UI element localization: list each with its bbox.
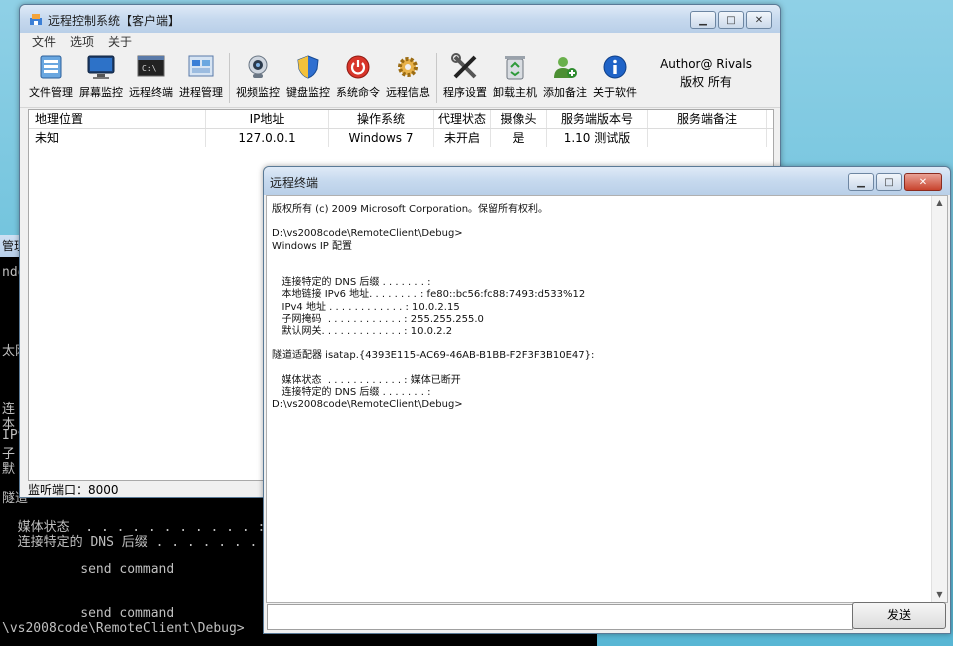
toolbar-program-settings-button[interactable]: 程序设置 bbox=[440, 51, 490, 100]
console-line: \vs2008code\RemoteClient\Debug> bbox=[2, 621, 245, 636]
terminal-title: 远程终端 bbox=[270, 176, 319, 190]
toolbar-separator bbox=[436, 53, 437, 103]
svg-text:C:\: C:\ bbox=[142, 64, 157, 73]
toolbar-label: 添加备注 bbox=[543, 86, 587, 99]
scroll-up-icon[interactable]: ▲ bbox=[932, 196, 947, 210]
toolbar-label: 远程信息 bbox=[386, 86, 430, 99]
table-cell: 未开启 bbox=[434, 129, 491, 147]
column-header[interactable]: 服务端备注 bbox=[648, 110, 767, 128]
author-info: Author@ Rivals 版权 所有 bbox=[660, 55, 752, 91]
console-line: 默 bbox=[2, 462, 16, 477]
minimize-button[interactable]: ▁ bbox=[848, 173, 874, 191]
info-icon bbox=[601, 53, 629, 81]
copyright-line: 版权 所有 bbox=[680, 75, 732, 89]
scroll-down-icon[interactable]: ▼ bbox=[932, 588, 947, 602]
toolbar-remote-info-button[interactable]: 远程信息 bbox=[383, 51, 433, 100]
main-title: 远程控制系统【客户端】 bbox=[48, 14, 181, 28]
send-button[interactable]: 发送 bbox=[852, 602, 946, 629]
column-header[interactable]: IP地址 bbox=[206, 110, 329, 128]
app-icon bbox=[30, 14, 42, 25]
author-line: Author@ Rivals bbox=[660, 57, 752, 71]
toolbar-label: 视频监控 bbox=[236, 86, 280, 99]
table-cell: Windows 7 bbox=[329, 129, 434, 147]
toolbar-label: 屏幕监控 bbox=[79, 86, 123, 99]
process-icon bbox=[187, 53, 215, 81]
vertical-scrollbar[interactable]: ▲ ▼ bbox=[931, 196, 947, 602]
status-bar: 监听端口：8000 bbox=[28, 483, 119, 497]
toolbar-label: 键盘监控 bbox=[286, 86, 330, 99]
close-button[interactable]: ✕ bbox=[904, 173, 942, 191]
terminal-window: 远程终端 ▁ □ ✕ 版权所有 (c) 2009 Microsoft Corpo… bbox=[263, 166, 951, 634]
console-line: send command bbox=[2, 606, 175, 621]
toolbar-system-command-button[interactable]: 系统命令 bbox=[333, 51, 383, 100]
minimize-button[interactable]: ▁ bbox=[690, 11, 716, 29]
list-header: 地理位置 IP地址 操作系统 代理状态 摄像头 服务端版本号 服务端备注 bbox=[29, 110, 773, 129]
toolbar-label: 进程管理 bbox=[179, 86, 223, 99]
command-input[interactable] bbox=[267, 604, 853, 630]
console-line: send command bbox=[2, 562, 175, 577]
main-titlebar[interactable]: 远程控制系统【客户端】 ▁ □ ✕ bbox=[20, 5, 780, 33]
toolbar-about-button[interactable]: 关于软件 bbox=[590, 51, 640, 100]
menu-bar: 文件 选项 关于 bbox=[20, 33, 780, 51]
table-row[interactable]: 未知 127.0.0.1 Windows 7 未开启 是 1.10 测试版 bbox=[29, 129, 773, 147]
table-cell: 1.10 测试版 bbox=[547, 129, 648, 147]
close-button[interactable]: ✕ bbox=[746, 11, 772, 29]
menu-options[interactable]: 选项 bbox=[70, 33, 94, 51]
toolbar-remote-terminal-button[interactable]: C:\ 远程终端 bbox=[126, 51, 176, 100]
webcam-icon bbox=[244, 53, 272, 81]
toolbar-separator bbox=[229, 53, 230, 103]
console-line: 连接特定的 DNS 后缀 . . . . . . . : bbox=[2, 535, 274, 550]
terminal-icon: C:\ bbox=[137, 53, 165, 81]
file-manager-icon bbox=[37, 53, 65, 81]
toolbar-screen-monitor-button[interactable]: 屏幕监控 bbox=[76, 51, 126, 100]
column-header[interactable]: 服务端版本号 bbox=[547, 110, 648, 128]
terminal-output[interactable]: 版权所有 (c) 2009 Microsoft Corporation。保留所有… bbox=[266, 195, 948, 603]
tools-icon bbox=[451, 53, 479, 81]
maximize-button[interactable]: □ bbox=[718, 11, 744, 29]
table-cell: 是 bbox=[491, 129, 547, 147]
column-header[interactable]: 代理状态 bbox=[434, 110, 491, 128]
toolbar-add-note-button[interactable]: 添加备注 bbox=[540, 51, 590, 100]
toolbar-process-manager-button[interactable]: 进程管理 bbox=[176, 51, 226, 100]
maximize-button[interactable]: □ bbox=[876, 173, 902, 191]
column-header[interactable]: 摄像头 bbox=[491, 110, 547, 128]
gear-icon bbox=[394, 53, 422, 81]
toolbar-label: 卸载主机 bbox=[493, 86, 537, 99]
column-header[interactable]: 地理位置 bbox=[29, 110, 206, 128]
power-icon bbox=[344, 53, 372, 81]
toolbar-label: 关于软件 bbox=[593, 86, 637, 99]
terminal-titlebar[interactable]: 远程终端 ▁ □ ✕ bbox=[264, 167, 950, 195]
add-user-icon bbox=[551, 53, 579, 81]
toolbar-video-monitor-button[interactable]: 视频监控 bbox=[233, 51, 283, 100]
toolbar: 文件管理 屏幕监控 C:\ 远程终端 进程管理 视频监控 键盘监控 系统命令 远… bbox=[20, 51, 780, 108]
recycle-icon bbox=[501, 53, 529, 81]
terminal-output-text: 版权所有 (c) 2009 Microsoft Corporation。保留所有… bbox=[272, 204, 595, 411]
toolbar-label: 系统命令 bbox=[336, 86, 380, 99]
table-cell bbox=[648, 129, 767, 147]
monitor-icon bbox=[87, 53, 115, 81]
toolbar-keyboard-monitor-button[interactable]: 键盘监控 bbox=[283, 51, 333, 100]
menu-file[interactable]: 文件 bbox=[32, 33, 56, 51]
table-cell: 未知 bbox=[29, 129, 206, 147]
shield-icon bbox=[294, 53, 322, 81]
toolbar-label: 远程终端 bbox=[129, 86, 173, 99]
table-cell: 127.0.0.1 bbox=[206, 129, 329, 147]
column-header[interactable]: 操作系统 bbox=[329, 110, 434, 128]
toolbar-label: 程序设置 bbox=[443, 86, 487, 99]
toolbar-label: 文件管理 bbox=[29, 86, 73, 99]
toolbar-uninstall-host-button[interactable]: 卸载主机 bbox=[490, 51, 540, 100]
menu-about[interactable]: 关于 bbox=[108, 33, 132, 51]
toolbar-file-manager-button[interactable]: 文件管理 bbox=[26, 51, 76, 100]
